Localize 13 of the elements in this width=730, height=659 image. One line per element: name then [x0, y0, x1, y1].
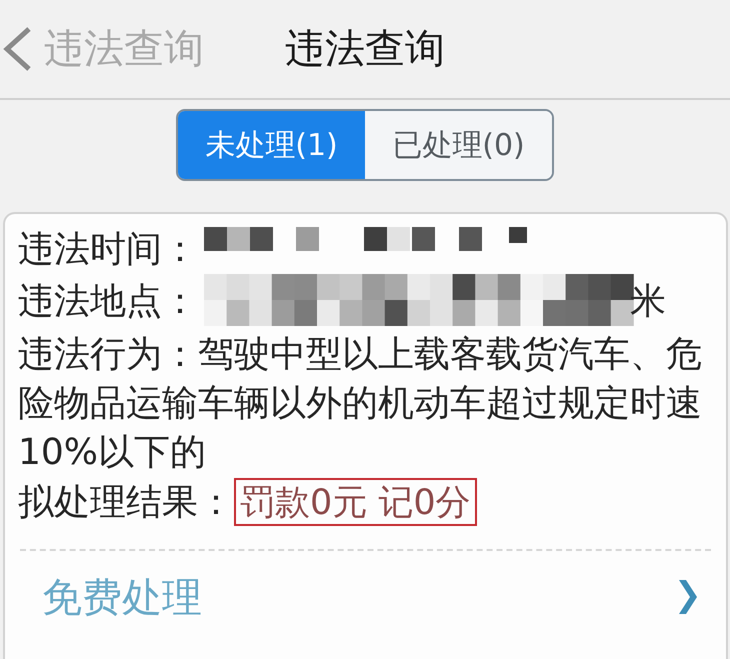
status-tab[interactable]: 已处理(0)	[365, 111, 552, 179]
page-title: 违法查询	[285, 25, 445, 73]
field-label: 拟处理结果：	[18, 480, 234, 524]
field-value: 米	[630, 280, 666, 324]
free-handling-link[interactable]: 免费处理	[18, 551, 713, 643]
back-link[interactable]: 违法查询	[2, 25, 204, 73]
chevron-right-icon	[678, 580, 697, 614]
chevron-left-icon	[2, 27, 32, 71]
status-tab[interactable]: 未处理(1)	[178, 111, 365, 179]
field-label: 违法地点：	[18, 280, 198, 324]
violation-description: 违法行为：驾驶中型以上载客载货汽车、危险物品运输车辆以外的机动车超过规定时速10%以下的	[18, 333, 703, 475]
field-label: 违法时间：	[18, 228, 198, 272]
penalty-result: 罚款0元 记0分	[234, 478, 477, 526]
